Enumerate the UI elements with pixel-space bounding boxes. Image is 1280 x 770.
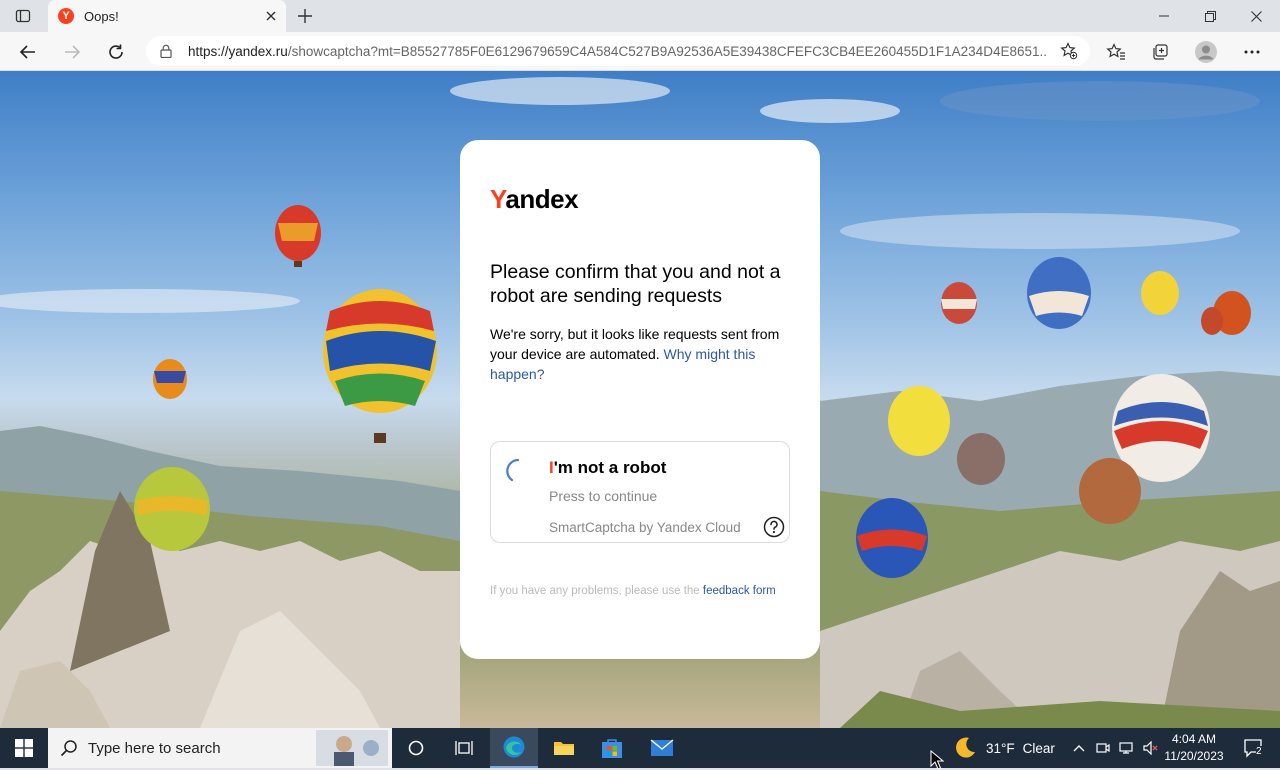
windows-taskbar: Type here to search 31°F Clear 4:04 AM 1… <box>0 728 1280 768</box>
meet-now-icon[interactable] <box>1092 728 1114 768</box>
back-arrow-icon[interactable] <box>14 38 42 66</box>
search-icon <box>60 740 77 757</box>
tab-bar: Y Oops! <box>0 0 1280 32</box>
weather-temperature: 31°F <box>986 740 1015 756</box>
close-window-icon[interactable] <box>1233 0 1279 32</box>
cortana-icon[interactable] <box>392 728 440 768</box>
windows-start-icon[interactable] <box>0 728 48 768</box>
url-path: /showcaptcha?mt=B85527785F0E6129679659C4… <box>287 43 1048 59</box>
file-explorer-icon[interactable] <box>540 728 588 768</box>
search-placeholder: Type here to search <box>88 739 221 757</box>
clock-time: 4:04 AM <box>1171 732 1217 746</box>
clock-date: 11/20/2023 <box>1164 749 1224 763</box>
address-bar[interactable]: https://yandex.ru/showcaptcha?mt=B855277… <box>146 36 1090 66</box>
profile-avatar-icon[interactable] <box>1192 38 1220 66</box>
system-clock[interactable]: 4:04 AM 11/20/2023 <box>1162 731 1226 765</box>
lock-icon[interactable] <box>158 43 174 59</box>
forward-arrow-icon[interactable] <box>58 38 86 66</box>
tab-title: Oops! <box>84 8 119 24</box>
logo-rest: andex <box>505 184 579 214</box>
restore-icon[interactable] <box>1187 0 1233 32</box>
notification-center-icon[interactable]: 2 <box>1234 728 1274 768</box>
not-a-robot-rest: 'm not a robot <box>553 458 667 477</box>
yandex-favicon-icon: Y <box>58 8 74 24</box>
browser-toolbar: https://yandex.ru/showcaptcha?mt=B855277… <box>0 32 1280 71</box>
show-hidden-icons-chevron-icon[interactable] <box>1068 728 1090 768</box>
volume-muted-icon[interactable] <box>1140 728 1162 768</box>
footer-note-text: If you have any problems, please use the <box>490 585 700 597</box>
microsoft-store-icon[interactable] <box>588 728 636 768</box>
logo-first-letter: Y <box>490 184 506 214</box>
page-heading: Please confirm that you and not a robot … <box>490 261 781 307</box>
help-question-icon[interactable] <box>763 516 785 538</box>
edge-browser-icon[interactable] <box>490 728 538 768</box>
tab-close-icon[interactable] <box>262 7 280 25</box>
loading-spinner-icon <box>506 458 520 482</box>
minimize-icon[interactable] <box>1141 0 1187 32</box>
press-to-continue-label: Press to continue <box>549 488 658 504</box>
task-view-icon[interactable] <box>440 728 488 768</box>
add-favorite-icon[interactable] <box>1060 42 1078 60</box>
url-text[interactable]: https://yandex.ru/showcaptcha?mt=B855277… <box>188 44 1048 59</box>
url-host: https://yandex.ru <box>188 43 288 59</box>
footer-note: If you have any problems, please use the… <box>490 582 790 600</box>
more-menu-icon[interactable] <box>1238 38 1266 66</box>
mouse-pointer-icon <box>930 750 944 770</box>
notification-count-badge: 2 <box>1256 746 1262 757</box>
page-background: Yandex Please confirm that you and not a… <box>0 71 1280 728</box>
new-tab-icon[interactable] <box>294 5 316 27</box>
not-a-robot-label: I'm not a robot <box>549 458 666 478</box>
favorites-icon[interactable] <box>1102 38 1130 66</box>
yandex-logo[interactable]: Yandex <box>490 184 579 215</box>
weather-widget[interactable]: 31°F Clear <box>952 728 1055 768</box>
tab-active[interactable]: Y Oops! <box>48 0 286 32</box>
captcha-card: Yandex Please confirm that you and not a… <box>460 140 820 659</box>
smartcaptcha-brand: SmartCaptcha by Yandex Cloud <box>549 520 741 535</box>
not-a-robot-checkbox[interactable]: I'm not a robot Press to continue SmartC… <box>490 441 790 543</box>
description-text: We're sorry, but it looks like requests … <box>490 324 800 384</box>
refresh-icon[interactable] <box>102 38 130 66</box>
search-highlight-image <box>316 730 388 766</box>
feedback-form-link[interactable]: feedback form <box>703 585 776 597</box>
weather-condition: Clear <box>1022 740 1055 756</box>
tab-actions-icon[interactable] <box>8 5 38 27</box>
mail-icon[interactable] <box>638 728 686 768</box>
network-icon[interactable] <box>1116 728 1138 768</box>
collections-icon[interactable] <box>1146 38 1174 66</box>
taskbar-search-box[interactable]: Type here to search <box>48 728 392 768</box>
moon-icon <box>956 737 975 758</box>
